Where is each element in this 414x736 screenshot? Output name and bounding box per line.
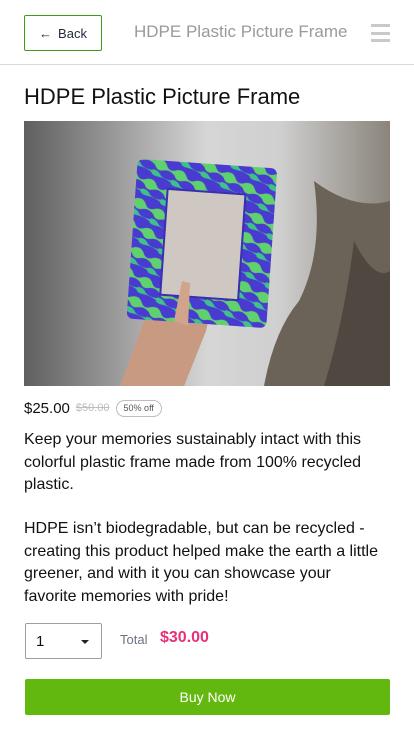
back-button-label: Back: [58, 25, 87, 41]
total-label: Total: [120, 632, 148, 647]
caret-down-icon: [81, 640, 89, 644]
quantity-select[interactable]: 1: [25, 623, 102, 659]
product-image: [24, 121, 390, 386]
arrow-left-icon: ←: [39, 25, 53, 41]
hamburger-menu-icon[interactable]: [371, 24, 390, 42]
top-bar: ← Back HDPE Plastic Picture Frame: [0, 0, 414, 65]
back-button[interactable]: ← Back: [24, 15, 102, 51]
total-value: $30.00: [160, 629, 209, 646]
product-description-paragraph: Keep your memories sustainably intact wi…: [24, 431, 362, 493]
product-title: HDPE Plastic Picture Frame: [24, 84, 301, 109]
original-price: $50.00: [75, 402, 110, 414]
product-description-paragraph: HDPE isn’t biodegradable, but can be rec…: [24, 520, 378, 605]
current-price: $25.00: [24, 399, 70, 417]
discount-badge: 50% off: [115, 399, 162, 417]
buy-now-button[interactable]: Buy Now: [25, 679, 390, 715]
quantity-value: 1: [36, 632, 45, 650]
price-row: $25.00 $50.00 50% off: [24, 398, 162, 418]
header-title: HDPE Plastic Picture Frame: [134, 22, 348, 41]
